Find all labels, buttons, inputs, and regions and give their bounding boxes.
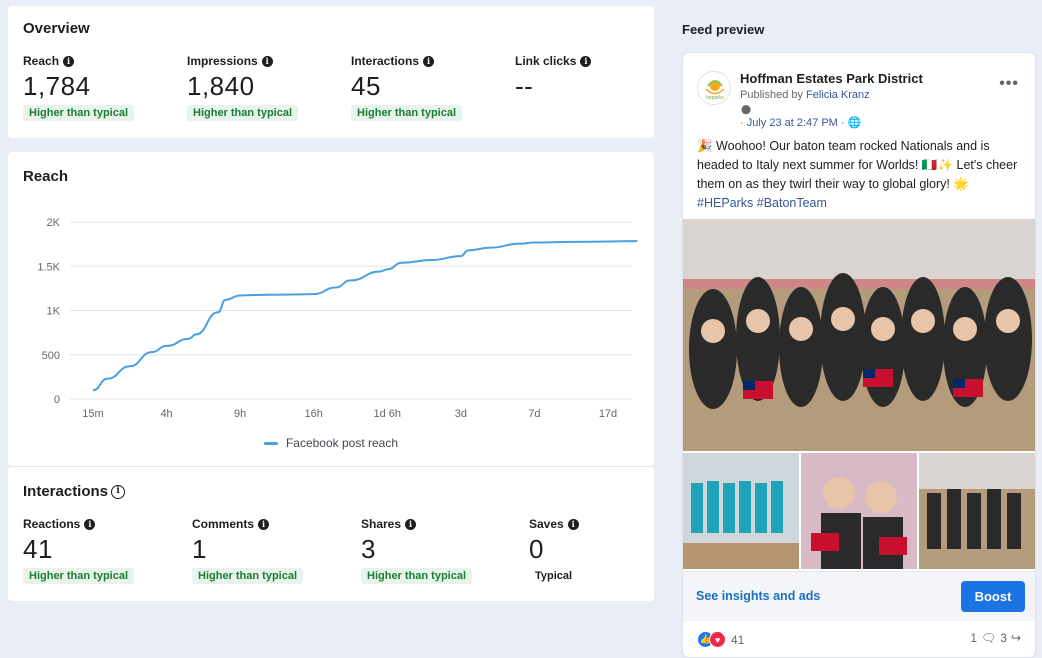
- info-icon[interactable]: i: [580, 55, 592, 67]
- post-photo-thumb-2[interactable]: [801, 453, 917, 569]
- italy-flag-emoji: 🇮🇹✨: [921, 158, 954, 172]
- x-tick-label: 3d: [455, 408, 467, 420]
- shares-count: 3: [1000, 631, 1007, 645]
- metric-saves: Saves i 0 Typical: [529, 517, 579, 584]
- metric-shares: Shares i 3 Higher than typical: [361, 517, 473, 584]
- post-published-by: Published by Felicia Kranz: [740, 89, 870, 101]
- info-icon[interactable]: i: [567, 518, 579, 530]
- overview-card: Overview Reach i 1,784 Higher than typica…: [8, 6, 654, 138]
- engagement-summary[interactable]: 1 🗨 3 ↪: [970, 631, 1021, 645]
- page-logo[interactable]: heparks: [697, 71, 731, 105]
- hashtags[interactable]: #HEParks #BatonTeam: [697, 196, 827, 210]
- metric-impressions: Impressions i 1,840 Higher than typical: [187, 54, 299, 121]
- x-tick-label: 9h: [234, 408, 246, 420]
- metric-interactions: Interactions i 45 Higher than typical: [351, 54, 463, 121]
- status-badge: Typical: [535, 570, 573, 582]
- share-icon: ↪: [1010, 631, 1021, 645]
- love-reaction-icon: ♥: [709, 631, 726, 648]
- comments-count: 1: [970, 631, 978, 645]
- party-emoji: 🎉: [697, 139, 713, 153]
- status-badge: Higher than typical: [192, 568, 304, 584]
- info-icon[interactable]: i: [258, 518, 270, 530]
- post-date-link[interactable]: July 23 at 2:47 PM: [747, 117, 838, 129]
- metric-label: Reactions: [23, 517, 81, 531]
- metric-value: 1,784: [23, 71, 91, 101]
- legend-label: Facebook post reach: [285, 436, 399, 450]
- metric-value: 3: [361, 534, 376, 564]
- info-icon[interactable]: i: [261, 55, 273, 67]
- post-photo-main[interactable]: [683, 219, 1035, 451]
- metric-label: Interactions: [351, 54, 420, 68]
- metric-label: Comments: [192, 517, 255, 531]
- series-line-facebook-post-reach: [92, 240, 638, 392]
- interactions-title: Interactions i: [23, 483, 126, 500]
- reach-title: Reach: [23, 168, 69, 185]
- boost-button[interactable]: Boost: [961, 581, 1025, 612]
- metric-label: Link clicks: [515, 54, 577, 68]
- comment-icon: 🗨: [981, 631, 997, 645]
- overview-title: Overview: [23, 20, 90, 37]
- logo-text: heparks: [706, 95, 724, 101]
- x-tick-label: 7d: [528, 408, 540, 420]
- post-more-menu-icon[interactable]: •••: [999, 75, 1019, 93]
- metric-label: Shares: [361, 517, 402, 531]
- status-badge: Higher than typical: [361, 568, 473, 584]
- star-emoji: 🌟: [953, 177, 969, 191]
- info-icon[interactable]: i: [111, 484, 126, 499]
- y-tick-label: 2K: [47, 217, 61, 229]
- y-tick-label: 500: [42, 350, 60, 362]
- feed-preview-title: Feed preview: [682, 22, 765, 37]
- metric-value: 41: [23, 534, 53, 564]
- metric-reach: Reach i 1,784 Higher than typical: [23, 54, 135, 121]
- metric-value: 0: [529, 534, 544, 564]
- interactions-card: Interactions i Reactions i 41 Higher than …: [8, 466, 654, 601]
- publisher-link[interactable]: Felicia Kranz: [806, 89, 870, 101]
- y-tick-label: 0: [54, 394, 60, 406]
- reach-card: Reach 0 500 1K 1.5K 2K 15m 4h 9h 16h 1d 6h 3d 7d 17…: [8, 152, 654, 466]
- info-icon[interactable]: i: [63, 55, 75, 67]
- post-footer: See insights and ads Boost: [683, 571, 1035, 621]
- x-tick-label: 1d 6h: [374, 408, 402, 420]
- x-tick-label: 16h: [305, 408, 323, 420]
- post-page-name[interactable]: Hoffman Estates Park District: [740, 71, 923, 86]
- metric-value: 1,840: [187, 71, 255, 101]
- metric-label: Impressions: [187, 54, 258, 68]
- status-badge: Higher than typical: [23, 568, 135, 584]
- metric-value: 45: [351, 71, 381, 101]
- y-tick-label: 1.5K: [37, 261, 60, 273]
- metric-label: Reach: [23, 54, 60, 68]
- info-icon[interactable]: i: [405, 518, 417, 530]
- reaction-count: 41: [731, 632, 745, 647]
- post-text: 🎉 Woohoo! Our baton team rocked National…: [697, 139, 1018, 210]
- metric-reactions: Reactions i 41 Higher than typical: [23, 517, 135, 584]
- location-pin-icon: ⬤: [741, 104, 752, 114]
- interactions-title-text: Interactions: [23, 483, 109, 500]
- x-tick-label: 17d: [599, 408, 617, 420]
- y-tick-label: 1K: [47, 306, 61, 318]
- status-badge: Higher than typical: [351, 105, 463, 121]
- metric-comments: Comments i 1 Higher than typical: [192, 517, 304, 584]
- reactions-summary[interactable]: 👍 ♥ 41: [697, 631, 744, 648]
- x-tick-label: 4h: [160, 408, 172, 420]
- legend-swatch: [263, 441, 278, 445]
- status-badge: Higher than typical: [23, 105, 135, 121]
- metric-value: --: [515, 71, 534, 101]
- metric-value: 1: [192, 534, 207, 564]
- info-icon[interactable]: i: [423, 55, 435, 67]
- globe-icon: 🌐: [847, 117, 862, 129]
- chart-legend: Facebook post reach: [8, 436, 654, 450]
- see-insights-link[interactable]: See insights and ads: [696, 589, 820, 603]
- post-photo-thumb-3[interactable]: [919, 453, 1035, 569]
- reach-chart: 0 500 1K 1.5K 2K 15m 4h 9h 16h 1d 6h 3d 7d 17d: [37, 217, 638, 420]
- metric-label: Saves: [529, 517, 564, 531]
- post-photo-thumb-1[interactable]: [683, 453, 799, 569]
- feed-preview-card: heparks Hoffman Estates Park District Pu…: [682, 52, 1036, 658]
- info-icon[interactable]: i: [84, 518, 96, 530]
- x-tick-label: 15m: [82, 408, 103, 420]
- metric-link-clicks: Link clicks i --: [515, 54, 592, 102]
- post-timestamp: · July 23 at 2:47 PM · 🌐: [740, 117, 862, 129]
- status-badge: Higher than typical: [187, 105, 299, 121]
